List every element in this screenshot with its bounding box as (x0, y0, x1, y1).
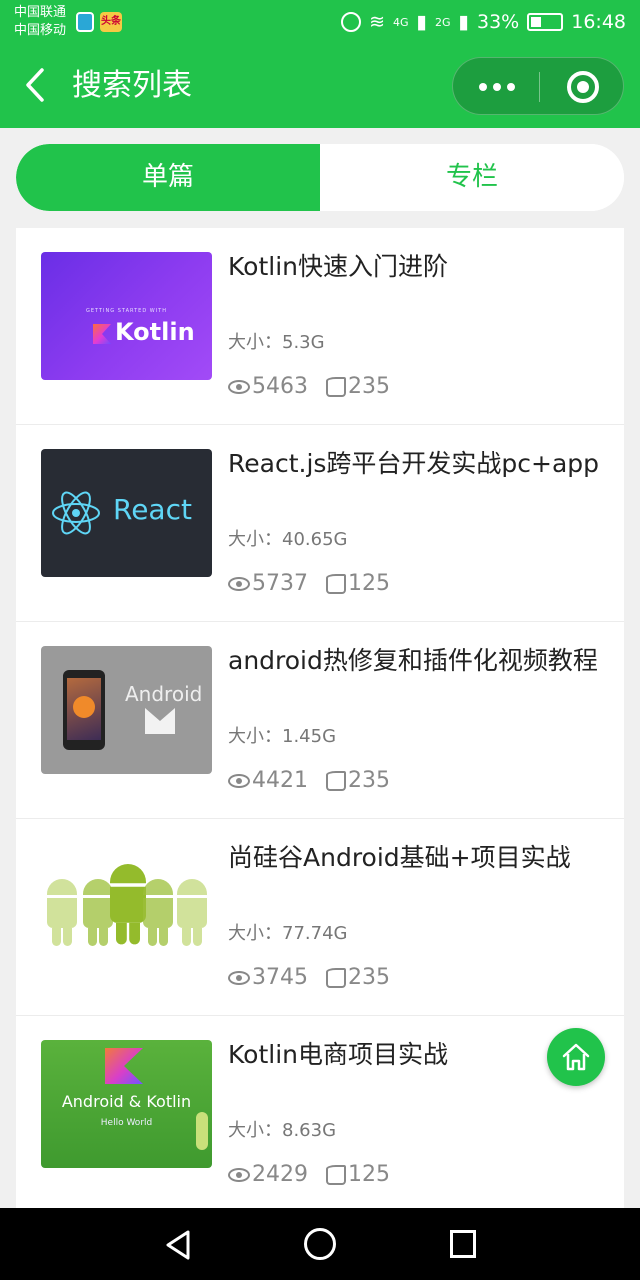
course-stats: 5737 125 (228, 571, 390, 596)
eye-icon (228, 970, 250, 985)
thumbs-up-icon (326, 770, 346, 791)
signal-bars-icon: ▮ (458, 11, 469, 33)
eye-icon (228, 773, 250, 788)
signal-4g: 4G (393, 15, 409, 29)
tab-column[interactable]: 专栏 (320, 144, 624, 211)
clock: 16:48 (571, 11, 626, 33)
alarm-icon (341, 12, 362, 32)
tab-bar: 单篇 专栏 (16, 144, 624, 211)
list-item[interactable]: Android android热修复和插件化视频教程 大小：1.45G 4421… (16, 622, 624, 819)
carrier-1: 中国联通 (14, 5, 67, 20)
nav-recents-icon[interactable] (450, 1230, 476, 1258)
kotlin-logo (105, 1048, 143, 1084)
course-list: GETTING STARTED WITH Kotlin Kotlin快速入门进阶… (16, 228, 624, 1208)
thumbnail-caption: Hello World (100, 1118, 153, 1128)
like-count: 235 (348, 768, 390, 793)
course-stats: 5463 235 (228, 374, 390, 399)
view-count: 3745 (252, 965, 308, 990)
eye-icon (228, 1167, 250, 1182)
view-count: 5737 (252, 571, 308, 596)
eye-icon (228, 379, 250, 394)
close-icon[interactable] (567, 71, 599, 103)
toutiao-app-icon: 头条 (100, 12, 122, 32)
course-thumbnail (41, 843, 212, 971)
course-thumbnail: Android (41, 646, 212, 774)
eye-icon (228, 576, 250, 591)
course-size: 大小：5.3G (228, 332, 325, 353)
status-right: ≋ 4G ▮ 2G ▮ 33% 16:48 (341, 8, 626, 36)
android-robot-image (43, 879, 81, 949)
list-item[interactable]: Android & Kotlin Hello World Kotlin电商项目实… (16, 1016, 624, 1208)
marshmallow-logo (73, 696, 95, 718)
capsule-divider (539, 72, 540, 102)
view-count: 4421 (252, 768, 308, 793)
thumbnail-caption: GETTING STARTED WITH (86, 308, 167, 314)
course-thumbnail: Android & Kotlin Hello World (41, 1040, 212, 1168)
like-count: 235 (348, 965, 390, 990)
carrier-info: 中国联通 中国移动 (14, 4, 66, 40)
list-item[interactable]: React React.js跨平台开发实战pc+app 大小：40.65G 57… (16, 425, 624, 622)
page-title: 搜索列表 (72, 68, 192, 103)
signal-bars-icon: ▮ (416, 11, 427, 33)
thumbnail-word: Android & Kotlin (61, 1092, 192, 1111)
course-thumbnail: React (41, 449, 212, 577)
course-size: 大小：8.63G (228, 1120, 337, 1141)
course-thumbnail: GETTING STARTED WITH Kotlin (41, 252, 212, 380)
course-stats: 2429 125 (228, 1162, 390, 1187)
course-size: 大小：77.74G (228, 923, 348, 944)
more-icon[interactable] (475, 74, 519, 100)
list-item[interactable]: 尚硅谷Android基础+项目实战 大小：77.74G 3745 235 (16, 819, 624, 1016)
thumbs-up-icon (326, 967, 346, 988)
like-count: 125 (348, 1162, 390, 1187)
battery-icon (527, 13, 564, 31)
like-count: 125 (348, 571, 390, 596)
nav-back-icon[interactable] (164, 1230, 192, 1260)
course-size: 大小：1.45G (228, 726, 337, 747)
view-count: 5463 (252, 374, 308, 399)
course-title: Kotlin快速入门进阶 (228, 252, 448, 281)
status-bar: 中国联通 中国移动 头条 ≋ 4G ▮ 2G ▮ 33% 16:48 (0, 0, 640, 44)
thumbnail-word: Kotlin (115, 318, 195, 346)
thumbs-up-icon (326, 1164, 346, 1185)
list-item[interactable]: GETTING STARTED WITH Kotlin Kotlin快速入门进阶… (16, 228, 624, 425)
tab-single[interactable]: 单篇 (16, 144, 320, 211)
course-title: android热修复和插件化视频教程 (228, 646, 598, 675)
nav-home-icon[interactable] (304, 1228, 336, 1260)
battery-percent: 33% (477, 11, 520, 33)
course-size: 大小：40.65G (228, 529, 348, 550)
course-stats: 4421 235 (228, 768, 390, 793)
like-count: 235 (348, 374, 390, 399)
thumbnail-word: React (113, 493, 192, 526)
kotlin-logo (93, 324, 111, 344)
carrier-2: 中国移动 (14, 23, 67, 38)
view-count: 2429 (252, 1162, 308, 1187)
android-robot-image (173, 879, 211, 949)
thumbs-up-icon (326, 376, 346, 397)
course-stats: 3745 235 (228, 965, 390, 990)
thumbs-up-icon (326, 573, 346, 594)
home-button[interactable] (547, 1028, 605, 1086)
shield-app-icon (76, 12, 94, 32)
decorative-knob (196, 1112, 208, 1150)
thumbnail-word: Android (125, 682, 203, 706)
system-nav-bar (0, 1208, 640, 1280)
app-header: 中国联通 中国移动 头条 ≋ 4G ▮ 2G ▮ 33% 16:48 搜索列表 (0, 0, 640, 128)
home-icon (562, 1043, 590, 1071)
mini-program-capsule (452, 57, 624, 115)
m-logo (145, 708, 175, 734)
course-title: React.js跨平台开发实战pc+app (228, 449, 600, 478)
wifi-icon: ≋ (369, 11, 385, 33)
back-icon[interactable] (20, 66, 50, 104)
course-title: 尚硅谷Android基础+项目实战 (228, 843, 571, 872)
android-robot-image (139, 879, 177, 949)
react-logo (52, 491, 100, 535)
signal-2g: 2G (435, 15, 451, 29)
